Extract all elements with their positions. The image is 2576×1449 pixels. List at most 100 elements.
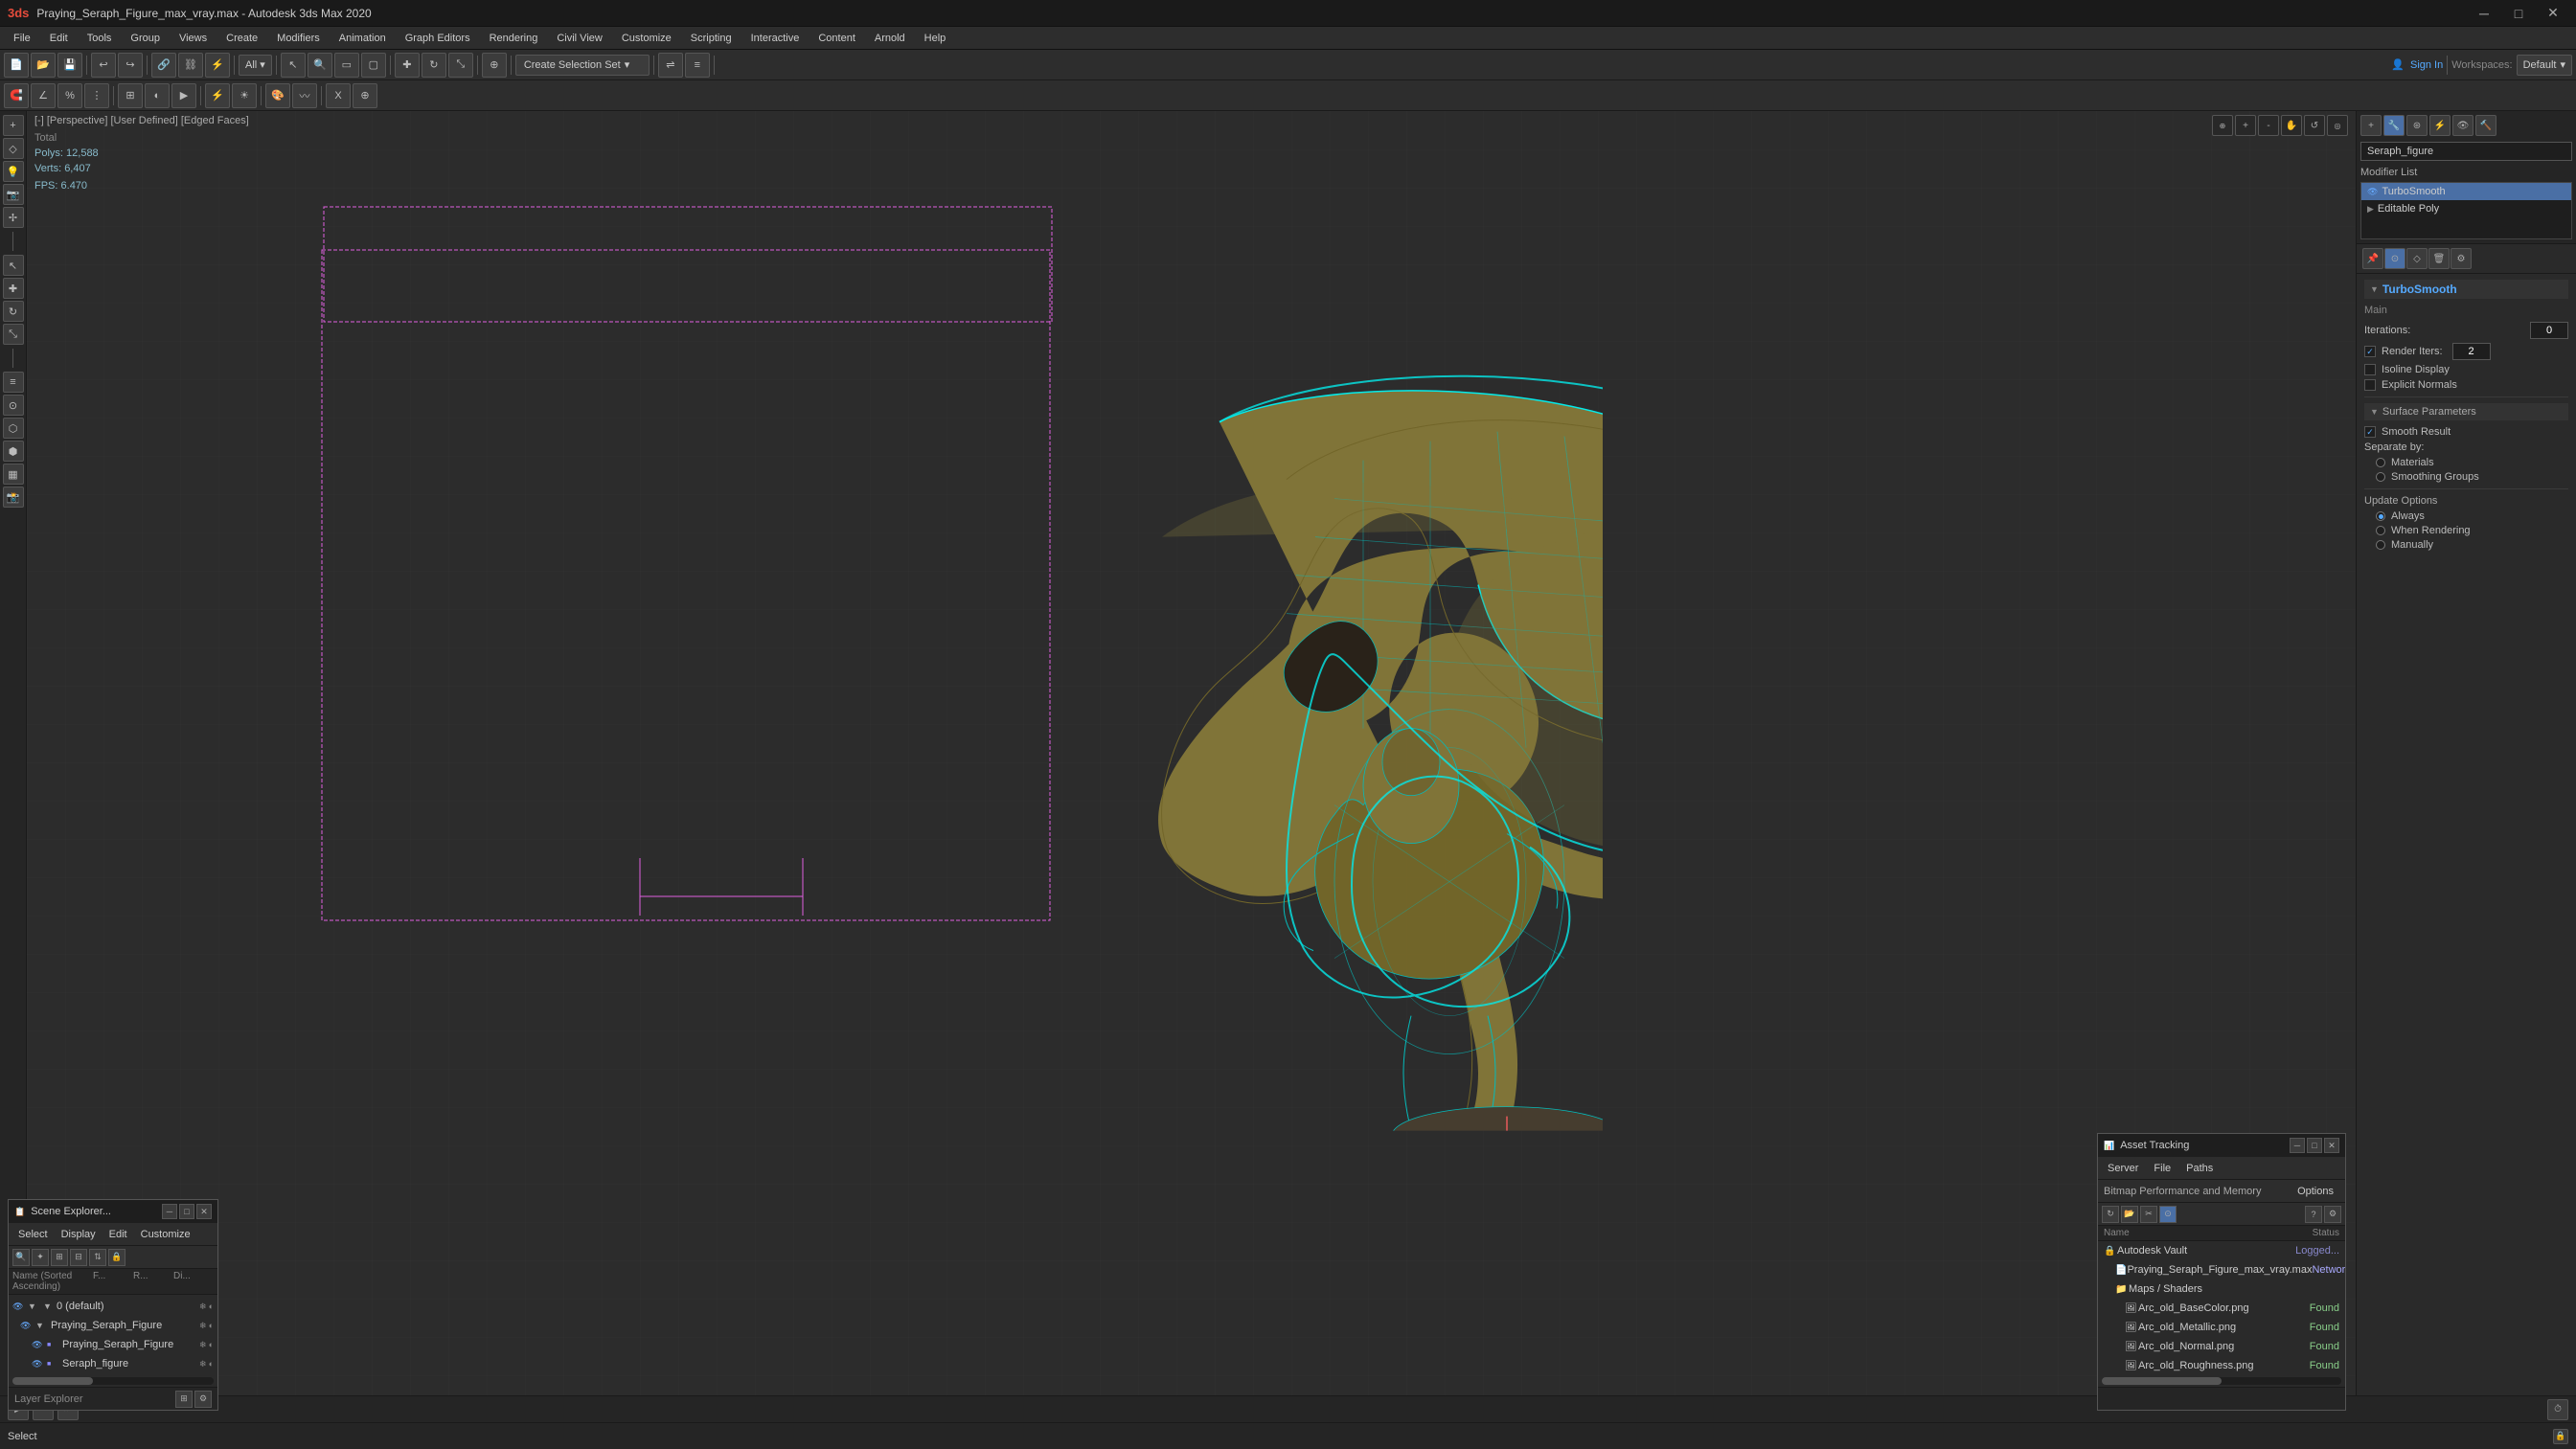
- pan-button[interactable]: ✋: [2281, 115, 2302, 136]
- menu-item-customize[interactable]: Customize: [612, 27, 681, 50]
- snap-toggle-button[interactable]: 🧲: [4, 83, 29, 108]
- scene-item-seraph-figure[interactable]: 👁 ■ Seraph_figure ❄ ◐: [9, 1354, 217, 1373]
- se-footer-icon-1[interactable]: ⊞: [175, 1391, 193, 1408]
- maximize-button[interactable]: □: [2503, 0, 2534, 27]
- configure-modifier-sets-icon[interactable]: ⚙: [2451, 248, 2472, 269]
- isolate-button[interactable]: ⊙: [3, 395, 24, 416]
- sign-in-button[interactable]: Sign In: [2410, 59, 2443, 71]
- minimize-button[interactable]: ─: [2469, 0, 2499, 27]
- scene-explorer-maximize-button[interactable]: □: [179, 1204, 194, 1219]
- scale-left-button[interactable]: ⤡: [3, 324, 24, 345]
- at-refresh-icon[interactable]: ↻: [2102, 1206, 2119, 1223]
- se-footer-icon-2[interactable]: ⚙: [194, 1391, 212, 1408]
- lights-button[interactable]: 💡: [3, 161, 24, 182]
- smooth-result-checkbox[interactable]: ✓: [2364, 426, 2376, 438]
- zoom-extents-button[interactable]: ⊕: [2212, 115, 2233, 136]
- make-unique-icon[interactable]: ◇: [2406, 248, 2428, 269]
- se-expand-icon[interactable]: ⊞: [51, 1249, 68, 1266]
- spinner-snap-button[interactable]: ⋮: [84, 83, 109, 108]
- se-select-menu[interactable]: Select: [12, 1227, 54, 1242]
- select-by-name-button[interactable]: 🔍: [308, 53, 332, 78]
- scale-button[interactable]: ⤡: [448, 53, 473, 78]
- move-left-button[interactable]: ✚: [3, 278, 24, 299]
- select-status-item[interactable]: Select: [8, 1431, 37, 1442]
- time-config-button[interactable]: ⏱: [2547, 1399, 2568, 1420]
- status-lock-button[interactable]: 🔒: [2553, 1429, 2568, 1444]
- modify-panel-icon[interactable]: 🔧: [2383, 115, 2405, 136]
- create-tab-button[interactable]: +: [3, 115, 24, 136]
- percent-snap-button[interactable]: %: [57, 83, 82, 108]
- smoothing-groups-radio-button[interactable]: [2376, 472, 2385, 482]
- scene-item-praying-seraph-child[interactable]: 👁 ■ Praying_Seraph_Figure ❄ ◐: [9, 1335, 217, 1354]
- curve-editor-button[interactable]: 〰: [292, 83, 317, 108]
- se-highlight-icon[interactable]: ✦: [32, 1249, 49, 1266]
- modifier-item-turbosmooth[interactable]: 👁 TurboSmooth: [2361, 183, 2571, 200]
- at-browse-icon[interactable]: 📂: [2121, 1206, 2138, 1223]
- motion-panel-icon[interactable]: ⚡: [2429, 115, 2451, 136]
- helpers-button[interactable]: ✢: [3, 207, 24, 228]
- se-collapse-icon[interactable]: ⊟: [70, 1249, 87, 1266]
- save-file-button[interactable]: 💾: [57, 53, 82, 78]
- close-button[interactable]: ✕: [2538, 0, 2568, 27]
- shapes-button[interactable]: ◇: [3, 138, 24, 159]
- se-lock-icon[interactable]: 🔒: [108, 1249, 125, 1266]
- rect-select-button[interactable]: ▭: [334, 53, 359, 78]
- auto-grid-button[interactable]: ⊕: [353, 83, 377, 108]
- workspaces-dropdown[interactable]: Default ▾: [2517, 55, 2572, 76]
- select-object-button[interactable]: ↖: [281, 53, 306, 78]
- se-edit-menu[interactable]: Edit: [103, 1227, 133, 1242]
- pin-stack-icon[interactable]: 📌: [2362, 248, 2383, 269]
- display-button[interactable]: ⊞: [118, 83, 143, 108]
- quick-render-button[interactable]: ⚡: [205, 83, 230, 108]
- filter-dropdown[interactable]: All ▾: [239, 55, 272, 76]
- align-button[interactable]: ≡: [685, 53, 710, 78]
- at-help-icon[interactable]: ?: [2305, 1206, 2322, 1223]
- active-shade-button[interactable]: ☀: [232, 83, 257, 108]
- asset-tracking-scrollbar-thumb[interactable]: [2102, 1377, 2222, 1385]
- modifier-item-editable-poly[interactable]: ▶ Editable Poly: [2361, 200, 2571, 217]
- asset-tracking-minimize-button[interactable]: ─: [2290, 1138, 2305, 1153]
- when-rendering-radio-button[interactable]: [2376, 526, 2385, 535]
- asset-tracking-scrollbar[interactable]: [2102, 1377, 2341, 1385]
- create-selection-set-button[interactable]: Create Selection Set ▾: [515, 55, 650, 76]
- xview-button[interactable]: X: [326, 83, 351, 108]
- at-item-roughness[interactable]: 🖼 Arc_old_Roughness.png Found: [2098, 1356, 2345, 1375]
- at-paths-menu[interactable]: Paths: [2180, 1161, 2219, 1176]
- se-sort-icon[interactable]: ⇅: [89, 1249, 106, 1266]
- at-settings-icon[interactable]: ⚙: [2324, 1206, 2341, 1223]
- hierarchy-panel-icon[interactable]: ⊛: [2406, 115, 2428, 136]
- scene-explorer-scrollbar-thumb[interactable]: [12, 1377, 93, 1385]
- render-setup-button[interactable]: ◐: [145, 83, 170, 108]
- explicit-normals-checkbox[interactable]: [2364, 379, 2376, 391]
- field-of-view-button[interactable]: ◎: [2327, 115, 2348, 136]
- rotate-left-button[interactable]: ↻: [3, 301, 24, 322]
- at-item-maps-shaders[interactable]: 📁 Maps / Shaders: [2098, 1279, 2345, 1299]
- display-panel-icon[interactable]: 👁: [2452, 115, 2473, 136]
- asset-tracking-close-button[interactable]: ✕: [2324, 1138, 2339, 1153]
- window-crossing-button[interactable]: ▢: [361, 53, 386, 78]
- turbosmooth-header[interactable]: ▼ TurboSmooth: [2364, 280, 2568, 299]
- always-radio-button[interactable]: [2376, 511, 2385, 521]
- material-editor-button[interactable]: 🎨: [265, 83, 290, 108]
- open-file-button[interactable]: 📂: [31, 53, 56, 78]
- menu-item-scripting[interactable]: Scripting: [681, 27, 741, 50]
- scene-explorer-close-button[interactable]: ✕: [196, 1204, 212, 1219]
- layer-left-button[interactable]: ≡: [3, 372, 24, 393]
- menu-item-graph-editors[interactable]: Graph Editors: [396, 27, 480, 50]
- zoom-in-button[interactable]: +: [2235, 115, 2256, 136]
- menu-item-content[interactable]: Content: [809, 27, 865, 50]
- at-file-menu[interactable]: File: [2148, 1161, 2177, 1176]
- se-display-menu[interactable]: Display: [56, 1227, 102, 1242]
- shaded-toggle-button[interactable]: ⬢: [3, 441, 24, 462]
- at-active-icon[interactable]: ⊙: [2159, 1206, 2177, 1223]
- materials-radio-button[interactable]: [2376, 458, 2385, 467]
- remove-modifier-icon[interactable]: 🗑: [2428, 248, 2450, 269]
- menu-item-civil-view[interactable]: Civil View: [547, 27, 611, 50]
- scene-item-praying-seraph-parent[interactable]: 👁 ▼ Praying_Seraph_Figure ❄ ◐: [9, 1316, 217, 1335]
- utilities-panel-icon[interactable]: 🔨: [2475, 115, 2496, 136]
- unlink-button[interactable]: ⛓: [178, 53, 203, 78]
- render-iters-input[interactable]: [2452, 343, 2491, 360]
- mirror-button[interactable]: ⇌: [658, 53, 683, 78]
- rotate-button[interactable]: ↻: [422, 53, 446, 78]
- menu-item-tools[interactable]: Tools: [78, 27, 122, 50]
